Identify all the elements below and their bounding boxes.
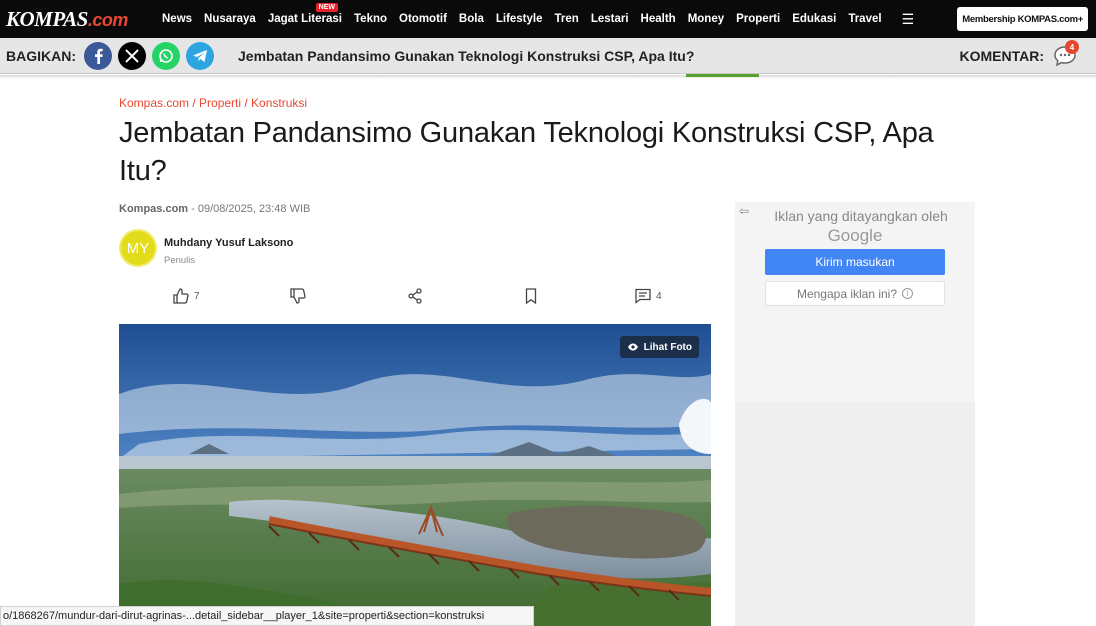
facebook-icon — [95, 48, 103, 64]
like-count: 7 — [194, 290, 200, 302]
share-icon — [408, 288, 422, 304]
nav-item-otomotif[interactable]: Otomotif — [393, 13, 453, 25]
facebook-share-button[interactable] — [84, 41, 112, 70]
why-this-ad-button[interactable]: Mengapa iklan ini? i — [765, 281, 945, 306]
share-bar: BAGIKAN: Jembatan Pandansimo Gunakan Tek… — [0, 38, 1096, 74]
browser-status-bar: o/1868267/mundur-dari-dirut-agrinas-...d… — [0, 606, 534, 626]
telegram-share-button[interactable] — [186, 41, 214, 70]
nav-item-bola[interactable]: Bola — [453, 13, 490, 25]
comment-count: 4 — [656, 290, 662, 302]
hamburger-menu-icon[interactable]: ☰ — [894, 11, 923, 28]
x-icon — [125, 48, 139, 63]
bridge-photo-image — [119, 324, 711, 626]
eye-icon — [627, 343, 638, 351]
nav-item-money[interactable]: Money — [682, 13, 730, 25]
comment-button[interactable]: 4 — [634, 287, 662, 305]
breadcrumb[interactable]: Kompas.com / Properti / Konstruksi — [119, 96, 307, 110]
author-avatar[interactable]: MY — [119, 229, 157, 267]
view-photo-label: Lihat Foto — [643, 341, 692, 353]
main-nav: News Nusaraya Jagat Literasi NEW Tekno Ot… — [156, 0, 922, 38]
logo-main: KOMPAS — [6, 6, 88, 31]
nav-item-jagat-literasi[interactable]: Jagat Literasi NEW — [262, 3, 348, 25]
ad-feedback-box: ⇦ Iklan yang ditayangkan oleh Google Kir… — [735, 202, 975, 402]
whatsapp-share-button[interactable] — [152, 41, 180, 70]
nav-item-lestari[interactable]: Lestari — [585, 13, 635, 25]
green-strip — [686, 74, 759, 77]
thumbs-down-icon — [290, 288, 306, 304]
page-title: Jembatan Pandansimo Gunakan Teknologi Ko… — [119, 117, 934, 187]
like-button[interactable]: 7 — [172, 287, 200, 305]
bookmark-icon — [525, 288, 537, 305]
komentar-label: KOMENTAR: — [959, 48, 1044, 64]
nav-item-label: Jagat Literasi — [267, 13, 342, 25]
logo-suffix: .com — [87, 9, 129, 30]
nav-item-nusaraya[interactable]: Nusaraya — [198, 13, 262, 25]
sticky-article-title: Jembatan Pandansimo Gunakan Teknologi Ko… — [238, 47, 695, 64]
nav-item-health[interactable]: Health — [635, 13, 682, 25]
dislike-button[interactable] — [289, 287, 307, 305]
send-feedback-button[interactable]: Kirim masukan — [765, 249, 945, 275]
kompas-logo[interactable]: KOMPAS.com — [6, 7, 156, 32]
nav-item-travel[interactable]: Travel — [842, 13, 887, 25]
share-label: BAGIKAN: — [6, 47, 76, 64]
telegram-icon — [193, 49, 207, 62]
thumbs-up-icon — [173, 288, 189, 304]
membership-button[interactable]: Membership KOMPAS.com+ — [957, 7, 1088, 31]
author-name[interactable]: Muhdany Yusuf Laksono — [164, 237, 293, 249]
comment-count-badge: 4 — [1065, 40, 1079, 54]
nav-item-tren[interactable]: Tren — [549, 13, 585, 25]
x-share-button[interactable] — [118, 41, 146, 70]
whatsapp-icon — [159, 48, 173, 63]
nav-item-tekno[interactable]: Tekno — [348, 13, 393, 25]
divider — [0, 75, 1096, 79]
view-photo-button[interactable]: Lihat Foto — [619, 336, 699, 358]
new-badge: NEW — [315, 3, 338, 12]
info-icon: i — [902, 288, 914, 299]
author-role: Penulis — [164, 255, 196, 266]
ad-attribution-text: Iklan yang ditayangkan oleh — [774, 208, 948, 224]
top-navbar: KOMPAS.com News Nusaraya Jagat Literasi N… — [0, 0, 1096, 38]
article-meta: Kompas.com - 09/08/2025, 23:48 WIB — [119, 203, 310, 215]
article-photo[interactable]: Lihat Foto — [119, 324, 711, 626]
article-source: Kompas.com — [119, 203, 189, 215]
nav-item-lifestyle[interactable]: Lifestyle — [490, 13, 549, 25]
nav-item-edukasi[interactable]: Edukasi — [786, 13, 842, 25]
nav-item-properti[interactable]: Properti — [730, 13, 786, 25]
share-button[interactable] — [406, 287, 424, 305]
nav-item-news[interactable]: News — [156, 13, 198, 25]
article-datetime: - 09/08/2025, 23:48 WIB — [188, 203, 311, 215]
ad-panel: ⇦ Iklan yang ditayangkan oleh Google Kir… — [735, 202, 975, 626]
comment-icon — [635, 288, 651, 304]
why-this-ad-label: Mengapa iklan ini? — [796, 286, 898, 301]
article-actions: 7 4 — [119, 287, 711, 309]
google-logo: Google — [827, 226, 883, 245]
bookmark-button[interactable] — [522, 287, 540, 305]
